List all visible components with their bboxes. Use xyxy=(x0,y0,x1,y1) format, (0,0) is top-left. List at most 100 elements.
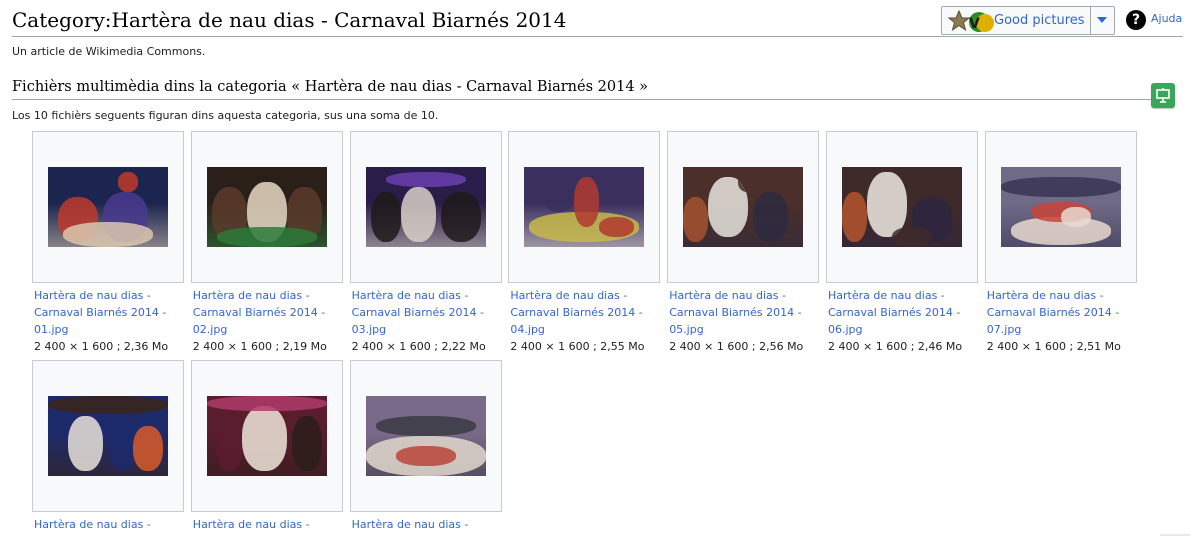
thumbnail-image[interactable] xyxy=(206,167,327,247)
help-link[interactable]: Ajuda xyxy=(1151,12,1182,25)
thumbnail-image[interactable] xyxy=(1000,167,1121,247)
file-name-line: Carnaval Biarnés 2014 - xyxy=(669,306,802,319)
file-name-line: Hartèra de nau dias - xyxy=(34,289,151,302)
photo-shape xyxy=(385,172,466,187)
thumbnail-image[interactable] xyxy=(683,167,804,247)
file-dimensions-size: 2 400 × 1 600 ; 2,56 Mo xyxy=(669,340,804,353)
file-name-line: Hartèra de nau dias - xyxy=(510,289,628,302)
file-name-line: 05.jpg xyxy=(669,323,704,336)
file-caption: Hartèra de nau dias - xyxy=(193,516,345,533)
thumbnail-image[interactable] xyxy=(524,167,645,247)
photo-shape xyxy=(842,192,867,242)
thumbnail-frame[interactable] xyxy=(349,131,502,283)
file-dimensions-size: 2 400 × 1 600 ; 2,51 Mo xyxy=(986,340,1121,353)
file-caption: Hartèra de nau dias - Carnaval Biarnés 20… xyxy=(987,287,1139,355)
file-link[interactable]: Hartèra de nau dias - Carnaval Biarnés 20… xyxy=(510,287,662,338)
thumbnail-frame[interactable] xyxy=(190,360,343,512)
thumbnail-frame[interactable] xyxy=(32,360,184,512)
good-pictures-button[interactable]: V Good pictures xyxy=(942,7,1090,34)
file-name-line: Hartèra de nau dias - xyxy=(828,289,945,302)
file-name-line: Hartèra de nau dias - xyxy=(669,289,786,302)
file-link[interactable]: Hartèra de nau dias - Carnaval Biarnés 20… xyxy=(34,287,186,338)
photo-shape xyxy=(1000,177,1121,197)
file-caption: Hartèra de nau dias - Carnaval Biarnés 20… xyxy=(34,287,186,355)
file-name-line: 07.jpg xyxy=(986,323,1022,336)
file-caption: Hartèra de nau dias - Carnaval Biarnés 20… xyxy=(669,287,821,355)
file-caption: Hartèra de nau dias - Carnaval Biarnés 20… xyxy=(828,287,980,355)
photo-shape xyxy=(892,227,932,247)
good-pictures-label: Good pictures xyxy=(994,13,1085,28)
page-title: Category:Hartèra de nau dias - Carnaval … xyxy=(12,8,567,32)
photo-shape xyxy=(753,192,789,242)
file-name-line: Hartèra de nau dias - xyxy=(192,289,310,302)
thumbnail-frame[interactable] xyxy=(508,131,661,283)
photo-shape xyxy=(440,192,481,242)
file-count-text: Los 10 fichièrs seguents figuran dins aq… xyxy=(12,109,439,122)
thumbnail-image[interactable] xyxy=(365,396,486,476)
file-name-line: Carnaval Biarnés 2014 - xyxy=(986,306,1120,319)
file-name-line: Hartèra de nau dias - xyxy=(351,518,469,531)
file-name-line: Carnaval Biarnés 2014 - xyxy=(34,306,167,319)
thumbnail-frame[interactable] xyxy=(984,131,1137,283)
thumbnail-frame[interactable] xyxy=(667,131,820,283)
slideshow-button[interactable] xyxy=(1151,83,1175,108)
thumbnail-frame[interactable] xyxy=(190,131,343,283)
photo-shape xyxy=(63,222,153,247)
file-name-line: Carnaval Biarnés 2014 - xyxy=(351,306,484,319)
photo-shape xyxy=(216,227,317,247)
photo-shape xyxy=(365,396,486,414)
file-name-line: 03.jpg xyxy=(351,323,387,336)
file-dimensions-size: 2 400 × 1 600 ; 2,22 Mo xyxy=(351,340,486,353)
file-dimensions-size: 2 400 × 1 600 ; 2,19 Mo xyxy=(192,340,327,353)
photo-shape xyxy=(599,217,635,237)
photo-shape xyxy=(68,416,103,471)
file-caption: Hartèra de nau dias - Carnaval Biarnés 20… xyxy=(352,287,504,355)
photo-shape xyxy=(738,172,759,192)
file-link[interactable]: Hartèra de nau dias - Carnaval Biarnés 20… xyxy=(352,287,504,338)
file-name-line: Hartèra de nau dias - xyxy=(192,518,310,531)
file-link[interactable]: Hartèra de nau dias - Carnaval Biarnés 20… xyxy=(828,287,980,338)
file-name-line: Hartèra de nau dias - xyxy=(34,518,151,531)
photo-shape xyxy=(133,426,163,471)
thumbnail-image[interactable] xyxy=(842,167,962,247)
file-link[interactable]: Hartèra de nau dias - Carnaval Biarnés 20… xyxy=(193,287,345,338)
photo-shape xyxy=(400,187,436,242)
slideshow-icon xyxy=(1156,88,1170,103)
photo-shape xyxy=(216,426,242,471)
photo-shape xyxy=(395,446,456,466)
file-link[interactable]: Hartèra de nau dias - Carnaval Biarnés 20… xyxy=(669,287,821,338)
file-link[interactable]: Hartèra de nau dias - xyxy=(193,516,345,533)
file-name-line: Carnaval Biarnés 2014 - xyxy=(510,306,643,319)
file-name-line: 06.jpg xyxy=(828,323,863,336)
photo-shape xyxy=(683,197,709,242)
file-name-line: 04.jpg xyxy=(510,323,545,336)
file-link[interactable]: Hartèra de nau dias - Carnaval Biarnés 20… xyxy=(987,287,1139,338)
thumbnail-frame[interactable] xyxy=(32,131,184,283)
photo-shape xyxy=(291,416,322,471)
title-divider xyxy=(12,36,1183,37)
file-caption: Hartèra de nau dias - xyxy=(34,516,186,533)
thumbnail-frame[interactable] xyxy=(349,360,502,512)
file-caption: Hartèra de nau dias - Carnaval Biarnés 20… xyxy=(510,287,662,355)
help-icon[interactable]: ? xyxy=(1126,10,1146,30)
file-link[interactable]: Hartèra de nau dias - xyxy=(34,516,186,533)
thumbnail-image[interactable] xyxy=(206,396,327,476)
file-name-line: Hartèra de nau dias - xyxy=(351,289,469,302)
file-dimensions-size: 2 400 × 1 600 ; 2,46 Mo xyxy=(828,340,963,353)
thumbnail-frame[interactable] xyxy=(826,131,978,283)
file-name-line: Hartèra de nau dias - xyxy=(986,289,1104,302)
photo-shape xyxy=(48,396,168,414)
file-caption: Hartèra de nau dias - Carnaval Biarnés 20… xyxy=(193,287,345,355)
thumbnail-image[interactable] xyxy=(48,396,168,476)
photo-shape xyxy=(370,192,401,242)
thumbnail-image[interactable] xyxy=(365,167,486,247)
photo-shape xyxy=(544,187,575,212)
good-pictures-dropdown[interactable] xyxy=(1091,7,1114,34)
quality-star-icon: V xyxy=(947,9,1001,35)
file-link[interactable]: Hartèra de nau dias - xyxy=(352,516,504,533)
good-pictures-control: V Good pictures xyxy=(941,6,1115,35)
chevron-down-icon xyxy=(1097,17,1107,23)
file-name-line: 02.jpg xyxy=(192,323,228,336)
thumbnail-image[interactable] xyxy=(48,167,168,247)
section-divider xyxy=(12,99,1172,100)
